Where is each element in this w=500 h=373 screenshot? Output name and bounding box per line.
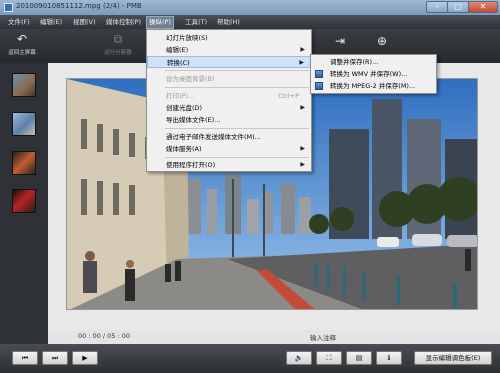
menu-item-slideshow[interactable]: 幻灯片放映(S) [147, 32, 311, 44]
submenu-arrow-icon: ▶ [299, 59, 304, 66]
submenu-arrow-icon: ▶ [300, 104, 305, 111]
previous-button[interactable]: ⏮ [12, 351, 38, 365]
back-arrow-icon: ↶ [16, 32, 28, 46]
thumbnail[interactable] [12, 151, 36, 175]
menu-file[interactable]: 文件(F) [6, 17, 32, 28]
submenu-arrow-icon: ▶ [300, 145, 305, 152]
manipulate-menu: 幻灯片放映(S) 编辑(E) ▶ 转换(C) ▶ 设为桌面背景(B) 打印(P)..… [146, 29, 312, 172]
video-file-icon [315, 82, 323, 90]
thumbnail[interactable] [12, 73, 36, 97]
show-edit-palette-button[interactable]: 显示编辑调色板(E) [414, 351, 492, 365]
thumbnail[interactable] [12, 189, 36, 213]
menu-separator [165, 70, 309, 71]
splitter-label: 运行分割器 [104, 50, 132, 56]
menu-edit[interactable]: 编辑(E) [38, 17, 64, 28]
play-button[interactable]: ▶ [72, 351, 98, 365]
globe-icon: ⊕ [376, 34, 388, 48]
window-title: 201009010851112.mpg (2/4) - PMB [16, 2, 142, 10]
menu-item-email-media[interactable]: 通过电子邮件发送媒体文件(M)... [147, 131, 311, 143]
maximize-button[interactable]: □ [447, 1, 469, 13]
thumbnail-strip [0, 63, 48, 346]
time-display: 00 : 00 / 05 : 00 [78, 332, 131, 340]
back-label: 返回主屏幕 [8, 50, 36, 56]
title-bar: 201009010851112.mpg (2/4) - PMB – □ ✕ [0, 0, 500, 15]
menu-item-media-services[interactable]: 媒体服务(A) ▶ [147, 143, 311, 155]
menu-item-edit[interactable]: 编辑(E) ▶ [147, 44, 311, 56]
menu-item-print[interactable]: 打印(P)... Ctrl+P [147, 90, 311, 102]
submenu-arrow-icon: ▶ [300, 161, 305, 168]
menu-separator [165, 128, 309, 129]
info-button[interactable]: ℹ [376, 351, 402, 365]
menu-separator [165, 157, 309, 158]
fit-screen-icon: ⛶ [326, 354, 332, 362]
comment-input[interactable]: 输入注释 [310, 332, 336, 342]
menu-item-export-media[interactable]: 导出媒体文件(E)... [147, 114, 311, 126]
splitter-icon: ⧉ [113, 32, 123, 46]
globe-button[interactable]: ⊕ [372, 35, 392, 50]
menu-item-create-disc[interactable]: 创建光盘(D) ▶ [147, 102, 311, 114]
submenu-arrow-icon: ▶ [300, 46, 305, 53]
video-file-icon [315, 70, 323, 78]
menu-item-set-wallpaper[interactable]: 设为桌面背景(B) [147, 73, 311, 85]
menu-view[interactable]: 视图(V) [71, 17, 98, 28]
control-bar: ⏮ ⏭ ▶ 🔈 ⛶ ▤ ℹ 显示编辑调色板(E) [0, 344, 500, 373]
volume-icon: 🔈 [294, 354, 304, 362]
menu-manipulate[interactable]: 操纵(P) [146, 16, 174, 29]
menu-item-open-with[interactable]: 使用程序打开(O) ▶ [147, 159, 311, 171]
export-button[interactable]: ⇥ [330, 35, 350, 50]
play-icon: ▶ [82, 354, 88, 362]
menu-separator [165, 87, 309, 88]
menu-media-control[interactable]: 媒体控制(P) [104, 17, 143, 28]
export-icon: ⇥ [334, 34, 346, 48]
volume-button[interactable]: 🔈 [286, 351, 312, 365]
menu-help[interactable]: 帮助(H) [215, 17, 242, 28]
menu-item-adjust-save[interactable]: 调整并保存(R)... [311, 56, 436, 68]
close-button[interactable]: ✕ [468, 1, 498, 13]
next-button[interactable]: ⏭ [42, 351, 68, 365]
next-icon: ⏭ [51, 354, 59, 362]
app-icon [4, 3, 13, 12]
menu-item-convert[interactable]: 转换(C) ▶ [147, 56, 311, 68]
filmstrip-icon: ▤ [355, 354, 363, 362]
menu-tools[interactable]: 工具(T) [183, 17, 209, 28]
thumbnail[interactable] [12, 112, 36, 136]
minimize-button[interactable]: – [426, 1, 448, 13]
run-splitter-button[interactable]: ⧉ 运行分割器 [98, 32, 138, 57]
prev-icon: ⏮ [21, 354, 29, 362]
filmstrip-button[interactable]: ▤ [346, 351, 372, 365]
convert-submenu: 调整并保存(R)... 转换为 WMV 并保存(W)... 转换为 MPEG-2… [310, 54, 437, 94]
back-to-home-button[interactable]: ↶ 返回主屏幕 [4, 32, 40, 57]
fit-screen-button[interactable]: ⛶ [316, 351, 342, 365]
info-icon: ℹ [387, 354, 391, 362]
menu-bar: 文件(F) 编辑(E) 视图(V) 媒体控制(P) 操纵(P) 工具(T) 帮助… [0, 15, 500, 29]
timeline-bar: 00 : 00 / 05 : 00 输入注释 [48, 330, 500, 344]
menu-item-convert-mpeg2[interactable]: 转换为 MPEG-2 并保存(M)... [311, 80, 436, 92]
menu-item-convert-wmv[interactable]: 转换为 WMV 并保存(W)... [311, 68, 436, 80]
